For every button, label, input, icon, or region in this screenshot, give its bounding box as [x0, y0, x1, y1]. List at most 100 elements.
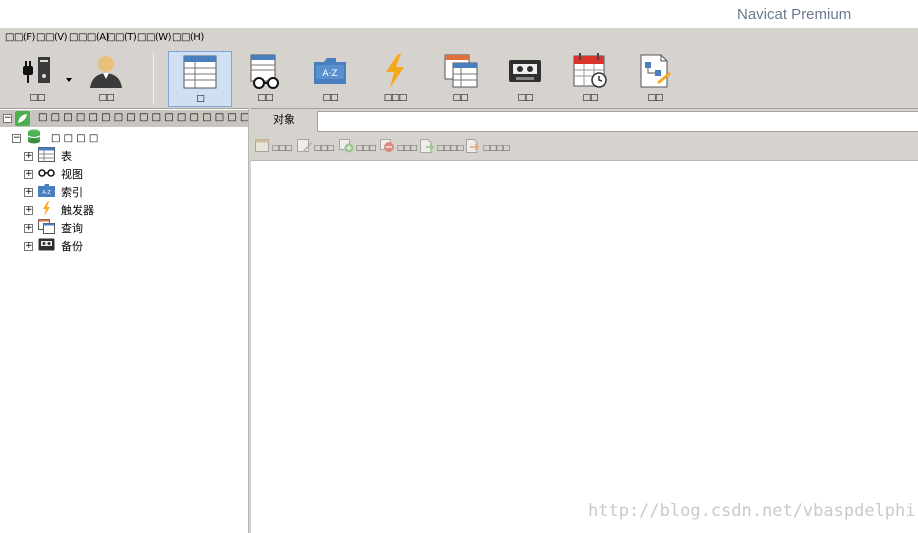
query-label: □□ — [452, 93, 468, 103]
watermark-text: http://blog.csdn.net/vbaspdelphi — [588, 501, 916, 521]
schedule-label: □□ — [582, 93, 598, 103]
tree-item-label: 索引 — [61, 186, 83, 199]
collapse-icon[interactable]: − — [12, 133, 21, 143]
menu-file[interactable]: □□(F) — [5, 32, 35, 43]
query-icon — [38, 219, 55, 237]
import-wizard-button[interactable]: □□□□ — [420, 138, 464, 156]
tree-item-backups[interactable]: + 备份 — [24, 237, 83, 255]
tree-item-tables[interactable]: + 表 — [24, 147, 72, 165]
trigger-icon — [375, 52, 415, 90]
user-icon — [86, 52, 126, 90]
database-name: □ □ □ □ — [51, 132, 99, 144]
tree-item-label: 查询 — [61, 222, 83, 235]
menu-view[interactable]: □□(V) — [36, 32, 68, 43]
connection-label: □□ — [29, 93, 45, 103]
svg-text:A·Z: A·Z — [42, 190, 51, 196]
chevron-down-icon[interactable] — [66, 78, 72, 82]
open-label: □□□ — [272, 142, 293, 152]
tree-item-queries[interactable]: + 查询 — [24, 219, 83, 237]
user-button[interactable]: □□ — [74, 51, 138, 107]
backup-button[interactable]: □□ — [493, 51, 557, 107]
main-toolbar: □□ □□ □ □□ A·Z □□ □□□ □□ □□ □□ □□ — [0, 48, 918, 108]
table-icon — [180, 53, 220, 91]
query-button[interactable]: □□ — [428, 51, 492, 107]
tree-item-triggers[interactable]: + 触发器 — [24, 201, 94, 219]
export-label: □□□□ — [483, 142, 510, 152]
menu-favorites[interactable]: □□□(A) — [69, 32, 110, 43]
trigger-icon — [38, 201, 55, 219]
model-label: □□ — [647, 93, 663, 103]
menu-help[interactable]: □□(H) — [172, 32, 204, 43]
svg-text:A·Z: A·Z — [322, 69, 337, 79]
tree-item-views[interactable]: + 视图 — [24, 165, 83, 183]
toolbar-separator — [153, 53, 154, 105]
title-bar: Navicat Premium — [0, 0, 918, 28]
model-icon — [635, 52, 675, 90]
expand-icon[interactable]: + — [24, 241, 33, 251]
connection-icon — [17, 52, 57, 90]
navigation-pane: − □ □ □ □ □ □ □ □ □ □ □ □ □ □ □ □ □ □ □ … — [0, 108, 300, 533]
design-label: □□□ — [314, 142, 335, 152]
tree-item-indexes[interactable]: + A·Z 索引 — [24, 183, 83, 201]
open-object-button[interactable]: □□□ — [255, 138, 293, 156]
table-label: □ — [196, 94, 204, 104]
menu-tools[interactable]: □□(T) — [106, 32, 137, 43]
expand-icon[interactable]: + — [24, 205, 33, 215]
import-icon — [420, 138, 435, 156]
export-wizard-button[interactable]: □□□□ — [466, 138, 510, 156]
table-button[interactable]: □ — [168, 51, 232, 107]
new-object-button[interactable]: □□□ — [339, 138, 377, 156]
menu-bar: □□(F) □□(V) □□□(A) □□(T) □□(W) □□(H) — [0, 28, 918, 48]
delete-object-button[interactable]: □□□ — [380, 138, 418, 156]
index-icon: A·Z — [38, 183, 55, 201]
tab-strip-empty — [317, 111, 918, 132]
expand-icon[interactable]: + — [24, 223, 33, 233]
object-list-area[interactable]: http://blog.csdn.net/vbaspdelphi — [251, 161, 918, 533]
view-label: □□ — [257, 93, 273, 103]
table-icon — [38, 147, 55, 165]
index-button[interactable]: A·Z □□ — [298, 51, 362, 107]
tree-item-label: 备份 — [61, 240, 83, 253]
new-label: □□□ — [356, 142, 377, 152]
expand-icon[interactable]: + — [24, 187, 33, 197]
trigger-button[interactable]: □□□ — [363, 51, 427, 107]
tab-objects[interactable]: 对象 — [251, 109, 317, 133]
import-label: □□□□ — [437, 142, 464, 152]
design-icon — [297, 138, 312, 156]
index-icon: A·Z — [310, 52, 350, 90]
model-button[interactable]: □□ — [623, 51, 687, 107]
schedule-button[interactable]: □□ — [558, 51, 622, 107]
backup-icon — [505, 52, 545, 90]
tab-strip: 对象 — [251, 108, 918, 133]
object-toolbar: □□□ □□□ □□□ □□□ □□□□ □□□□ — [251, 132, 918, 161]
view-icon — [245, 52, 285, 90]
delete-label: □□□ — [397, 142, 418, 152]
tree-item-label: 视图 — [61, 168, 83, 181]
leaf-connection-icon — [15, 111, 30, 126]
connection-button[interactable]: □□ — [5, 51, 69, 107]
database-row[interactable]: − □ □ □ □ — [12, 129, 98, 147]
expand-icon[interactable]: + — [24, 151, 33, 161]
backup-icon — [38, 237, 55, 255]
collapse-icon[interactable]: − — [3, 114, 12, 123]
delete-icon — [380, 138, 395, 156]
app-title: Navicat Premium — [737, 6, 852, 23]
connection-row[interactable]: − □ □ □ □ □ □ □ □ □ □ □ □ □ □ □ □ □ □ □ … — [0, 110, 300, 127]
backup-label: □□ — [517, 93, 533, 103]
add-icon — [339, 138, 354, 156]
open-icon — [255, 138, 270, 156]
view-icon — [38, 165, 55, 183]
view-button[interactable]: □□ — [233, 51, 297, 107]
tree-item-label: 触发器 — [61, 204, 94, 217]
expand-icon[interactable]: + — [24, 169, 33, 179]
design-object-button[interactable]: □□□ — [297, 138, 335, 156]
menu-window[interactable]: □□(W) — [137, 32, 172, 43]
trigger-label: □□□ — [383, 93, 407, 103]
tree-item-label: 表 — [61, 150, 72, 163]
database-icon — [27, 129, 41, 147]
user-label: □□ — [98, 93, 114, 103]
content-pane: 对象 □□□ □□□ □□□ □□□ □□□□ □□□□ http://blog… — [251, 108, 918, 533]
export-icon — [466, 138, 481, 156]
query-icon — [440, 52, 480, 90]
index-label: □□ — [322, 93, 338, 103]
